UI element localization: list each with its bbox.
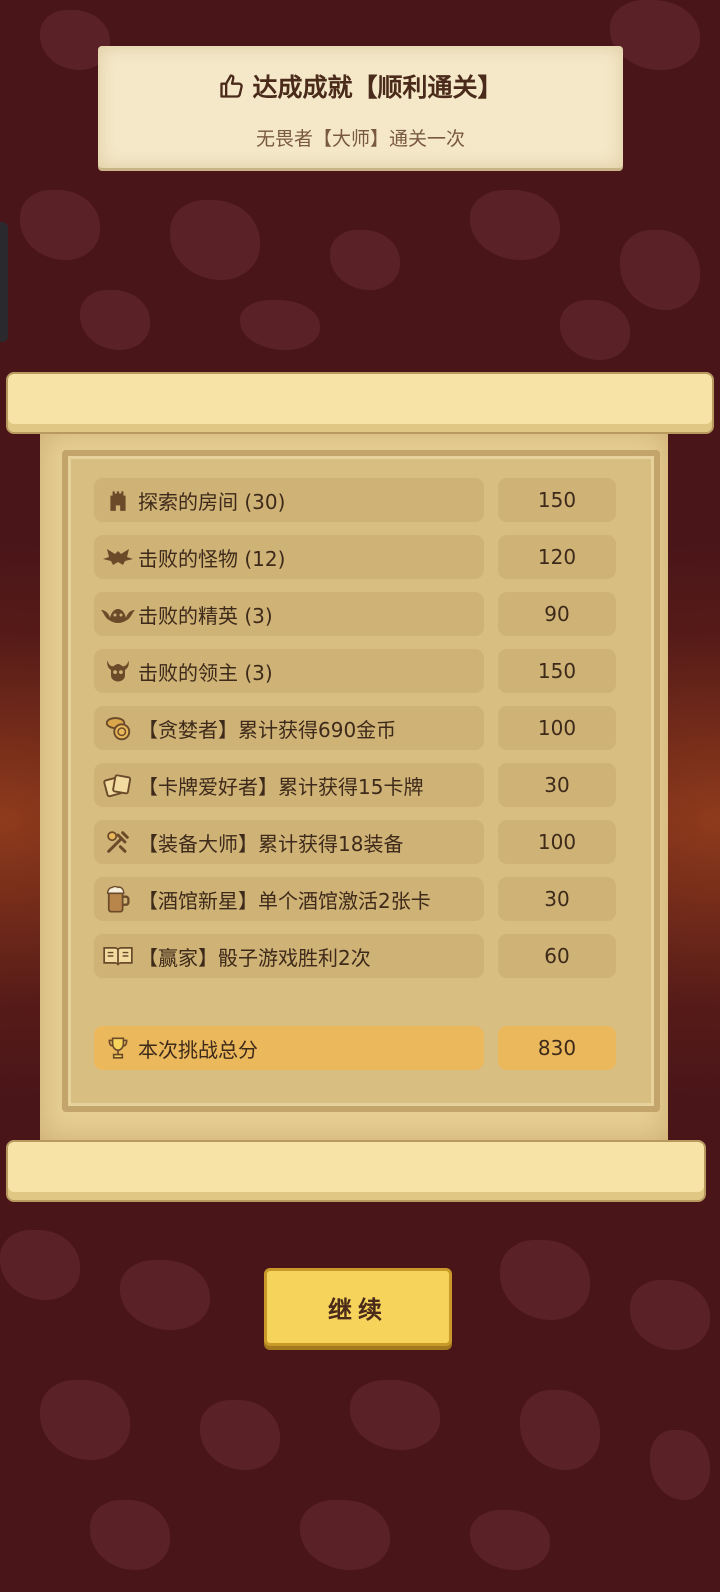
achievement-banner: 达成成就【顺利通关】 无畏者【大师】通关一次 (98, 46, 623, 168)
score-row-tavern: 【酒馆新星】单个酒馆激活2张卡 30 (94, 877, 616, 921)
total-points: 830 (498, 1026, 616, 1070)
achievement-title: 达成成就【顺利通关】 (252, 73, 503, 102)
score-row-rooms: 探索的房间 (30) 150 (94, 478, 616, 522)
row-points: 90 (498, 592, 616, 636)
score-row-monsters: 击败的怪物 (12) 120 (94, 535, 616, 579)
row-label: 击败的精英 (3) (138, 603, 273, 628)
coins-icon (98, 708, 138, 748)
open-book-icon (98, 936, 138, 976)
thumbs-up-icon (220, 74, 244, 98)
row-label: 【装备大师】累计获得18装备 (138, 831, 404, 856)
scroll-top-rod (6, 372, 714, 434)
total-label: 本次挑战总分 (138, 1037, 258, 1062)
row-points: 150 (498, 649, 616, 693)
score-row-dice: 【赢家】骰子游戏胜利2次 60 (94, 934, 616, 978)
score-row-cards: 【卡牌爱好者】累计获得15卡牌 30 (94, 763, 616, 807)
achievement-subtitle: 无畏者【大师】通关一次 (255, 128, 465, 150)
bat-icon (98, 537, 138, 577)
tower-icon (98, 480, 138, 520)
score-row-bosses: 击败的领主 (3) 150 (94, 649, 616, 693)
row-label: 【卡牌爱好者】累计获得15卡牌 (138, 774, 424, 799)
row-points: 100 (498, 706, 616, 750)
horned-skull-icon (98, 651, 138, 691)
row-points: 60 (498, 934, 616, 978)
score-row-elites: 击败的精英 (3) 90 (94, 592, 616, 636)
row-points: 30 (498, 877, 616, 921)
side-handle (0, 222, 8, 342)
equipment-icon (98, 822, 138, 862)
row-label: 【酒馆新星】单个酒馆激活2张卡 (138, 888, 431, 913)
row-points: 120 (498, 535, 616, 579)
row-label: 击败的领主 (3) (138, 660, 273, 685)
row-points: 30 (498, 763, 616, 807)
score-row-gold: 【贪婪者】累计获得690金币 100 (94, 706, 616, 750)
continue-button[interactable]: 继续 (264, 1268, 452, 1346)
cards-icon (98, 765, 138, 805)
beer-mug-icon (98, 879, 138, 919)
row-points: 150 (498, 478, 616, 522)
row-points: 100 (498, 820, 616, 864)
winged-demon-icon (98, 594, 138, 634)
row-label: 【贪婪者】累计获得690金币 (138, 717, 397, 742)
scroll-bottom-rod (6, 1140, 706, 1202)
trophy-icon (98, 1028, 138, 1068)
score-row-total: 本次挑战总分 830 (94, 1026, 616, 1070)
score-row-equipment: 【装备大师】累计获得18装备 100 (94, 820, 616, 864)
row-label: 【赢家】骰子游戏胜利2次 (138, 945, 371, 970)
row-label: 击败的怪物 (12) (138, 546, 286, 571)
row-label: 探索的房间 (30) (138, 489, 286, 514)
